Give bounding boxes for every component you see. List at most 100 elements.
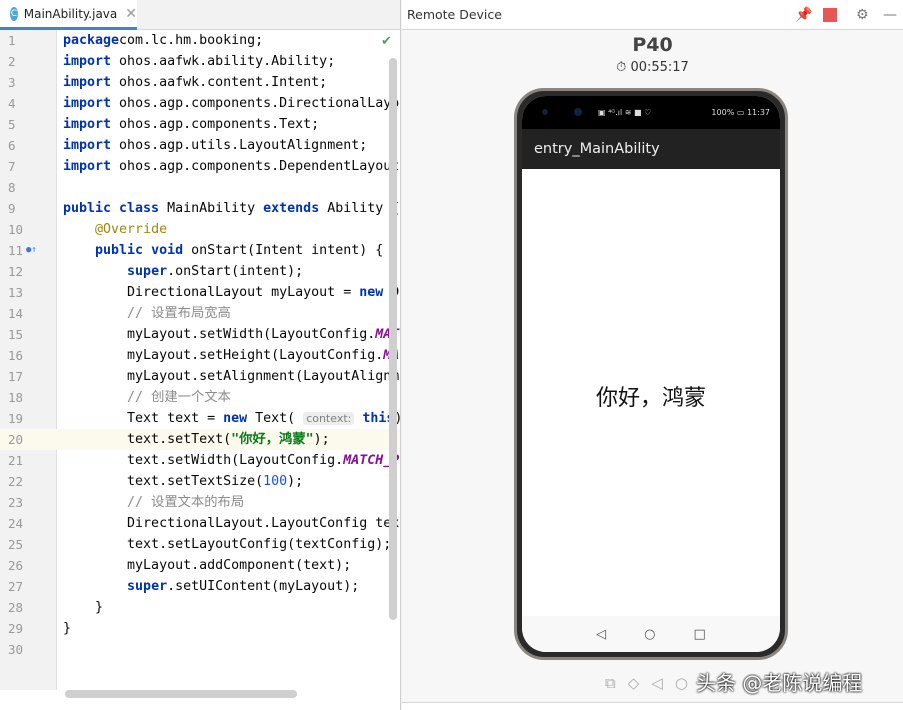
- code-token: ohos.aafwk.ability.Ability;: [111, 54, 335, 69]
- tab-mainability-java[interactable]: C MainAbility.java ✕: [0, 0, 137, 30]
- code-line[interactable]: 21 text.setWidth(LayoutConfig.MATCH_P: [0, 450, 400, 471]
- bottom-bar: [402, 702, 903, 710]
- code-token: );: [314, 432, 330, 447]
- code-line[interactable]: 23 // 设置文本的布局: [0, 492, 400, 513]
- code-token: super: [127, 579, 167, 594]
- code-line[interactable]: 9public class MainAbility extends Abilit…: [0, 198, 400, 219]
- line-number: 30: [8, 639, 38, 660]
- horizontal-scrollbar[interactable]: [65, 690, 297, 698]
- line-number: 26: [8, 555, 38, 576]
- code-token: import: [63, 117, 111, 132]
- code-text: super.setUIContent(myLayout);: [63, 576, 359, 597]
- recents-icon[interactable]: □: [694, 627, 706, 642]
- code-token: 100: [263, 474, 287, 489]
- code-text: text.setText("你好，鸿蒙");: [63, 429, 330, 450]
- gear-icon[interactable]: ⚙: [856, 7, 869, 23]
- code-line[interactable]: 24 DirectionalLayout.LayoutConfig tex: [0, 513, 400, 534]
- code-token: com.lc.hm.booking;: [119, 33, 263, 48]
- code-token: Text text =: [63, 411, 223, 426]
- editor-tab-bar: C MainAbility.java ✕: [0, 0, 400, 30]
- code-line[interactable]: 1packagecom.lc.hm.booking;: [0, 30, 400, 51]
- session-timer: ⏱ 00:55:17: [402, 60, 903, 75]
- code-text: import ohos.agp.components.DirectionalLa…: [63, 93, 399, 114]
- close-icon[interactable]: ✕: [125, 6, 137, 22]
- line-number: 16: [8, 345, 38, 366]
- code-line[interactable]: 10 @Override: [0, 219, 400, 240]
- code-token: // 设置布局宽高: [127, 306, 231, 321]
- line-number: 10: [8, 219, 38, 240]
- code-line[interactable]: 27 super.setUIContent(myLayout);: [0, 576, 400, 597]
- code-token: import: [63, 138, 111, 153]
- back-icon[interactable]: ◁: [651, 674, 663, 692]
- code-line[interactable]: 4import ohos.agp.components.DirectionalL…: [0, 93, 400, 114]
- code-line[interactable]: 11 public void onStart(Intent intent) {●…: [0, 240, 400, 261]
- line-number: 8: [8, 177, 38, 198]
- code-line[interactable]: 20 text.setText("你好，鸿蒙");: [0, 429, 400, 450]
- rotate-icon[interactable]: ◇: [628, 674, 640, 692]
- line-number: 22: [8, 471, 38, 492]
- code-token: myLayout.addComponent(text);: [63, 558, 351, 573]
- hello-text: 你好，鸿蒙: [522, 380, 780, 412]
- code-line[interactable]: 25 text.setLayoutConfig(textConfig);: [0, 534, 400, 555]
- panel-title: Remote Device: [407, 7, 502, 22]
- code-line[interactable]: 17 myLayout.setAlignment(LayoutAlignm: [0, 366, 400, 387]
- code-token: }: [63, 621, 71, 636]
- line-number: 6: [8, 135, 38, 156]
- back-icon[interactable]: ◁: [596, 627, 606, 642]
- code-line[interactable]: 15 myLayout.setWidth(LayoutConfig.MAT: [0, 324, 400, 345]
- override-marker-icon[interactable]: ●↑: [26, 240, 37, 261]
- code-line[interactable]: 7import ohos.agp.components.DependentLay…: [0, 156, 400, 177]
- code-line[interactable]: 14 // 设置布局宽高: [0, 303, 400, 324]
- code-token: .onStart(intent);: [167, 264, 303, 279]
- code-text: import ohos.agp.components.DependentLayo…: [63, 156, 399, 177]
- code-token: MainAbility: [159, 201, 263, 216]
- code-line[interactable]: 28 }: [0, 597, 400, 618]
- code-editor-pane: C MainAbility.java ✕ 1packagecom.lc.hm.b…: [0, 0, 401, 710]
- code-line[interactable]: 18 // 创建一个文本: [0, 387, 400, 408]
- remote-device-pane: Remote Device 📌 ⚙ — P40 ⏱ 00:55:17 ▣ ⁴ᴳ.…: [402, 0, 903, 710]
- stop-button[interactable]: [823, 8, 837, 22]
- minimize-icon[interactable]: —: [883, 7, 897, 23]
- line-number: 18: [8, 387, 38, 408]
- code-line[interactable]: 8: [0, 177, 400, 198]
- code-area[interactable]: 1packagecom.lc.hm.booking;2import ohos.a…: [0, 30, 400, 690]
- home-icon[interactable]: ○: [644, 627, 655, 642]
- code-token: ohos.agp.components.DependentLayout: [111, 159, 399, 174]
- code-text: text.setTextSize(100);: [63, 471, 303, 492]
- code-line[interactable]: 30: [0, 639, 400, 660]
- code-line[interactable]: 6 import ohos.agp.utils.LayoutAlignment;: [0, 135, 400, 156]
- line-number: 14: [8, 303, 38, 324]
- line-number: 12: [8, 261, 38, 282]
- code-line[interactable]: 5import ohos.agp.components.Text;: [0, 114, 400, 135]
- code-token: );: [287, 474, 303, 489]
- code-line[interactable]: 22 text.setTextSize(100);: [0, 471, 400, 492]
- code-token: "你好，鸿蒙": [231, 432, 314, 447]
- line-number: 19: [8, 408, 38, 429]
- vertical-scrollbar[interactable]: [389, 58, 397, 620]
- home-icon[interactable]: ○: [675, 674, 688, 692]
- code-token: import: [63, 96, 111, 111]
- code-token: [63, 264, 127, 279]
- code-text: DirectionalLayout.LayoutConfig tex: [63, 513, 399, 534]
- code-token: [63, 243, 95, 258]
- code-line[interactable]: 19 Text text = new Text( context: this);: [0, 408, 400, 429]
- code-line[interactable]: 29}: [0, 618, 400, 639]
- code-line[interactable]: 3import ohos.aafwk.content.Intent;: [0, 72, 400, 93]
- code-text: }: [63, 618, 71, 639]
- code-text: public void onStart(Intent intent) {: [63, 240, 383, 261]
- code-line[interactable]: 26 myLayout.addComponent(text);: [0, 555, 400, 576]
- code-line[interactable]: 16 myLayout.setHeight(LayoutConfig.MA: [0, 345, 400, 366]
- code-line[interactable]: 13 DirectionalLayout myLayout = new D: [0, 282, 400, 303]
- screenshot-icon[interactable]: ⧉: [605, 674, 616, 692]
- watermark: 头条 @老陈说编程: [696, 667, 862, 696]
- code-token: public void: [95, 243, 183, 258]
- pin-icon[interactable]: 📌: [795, 7, 812, 23]
- phone-screen[interactable]: ▣ ⁴ᴳ.ıl ≋ ■ ♡ 100% ▭ 11:37 entry_MainAbi…: [522, 96, 780, 652]
- code-token: super: [127, 264, 167, 279]
- code-token: [63, 495, 127, 510]
- code-line[interactable]: 12 super.onStart(intent);: [0, 261, 400, 282]
- code-text: import ohos.aafwk.content.Intent;: [63, 72, 327, 93]
- code-line[interactable]: 2import ohos.aafwk.ability.Ability;: [0, 51, 400, 72]
- code-text: Text text = new Text( context: this);: [63, 408, 400, 429]
- code-text: import ohos.agp.utils.LayoutAlignment;: [63, 135, 367, 156]
